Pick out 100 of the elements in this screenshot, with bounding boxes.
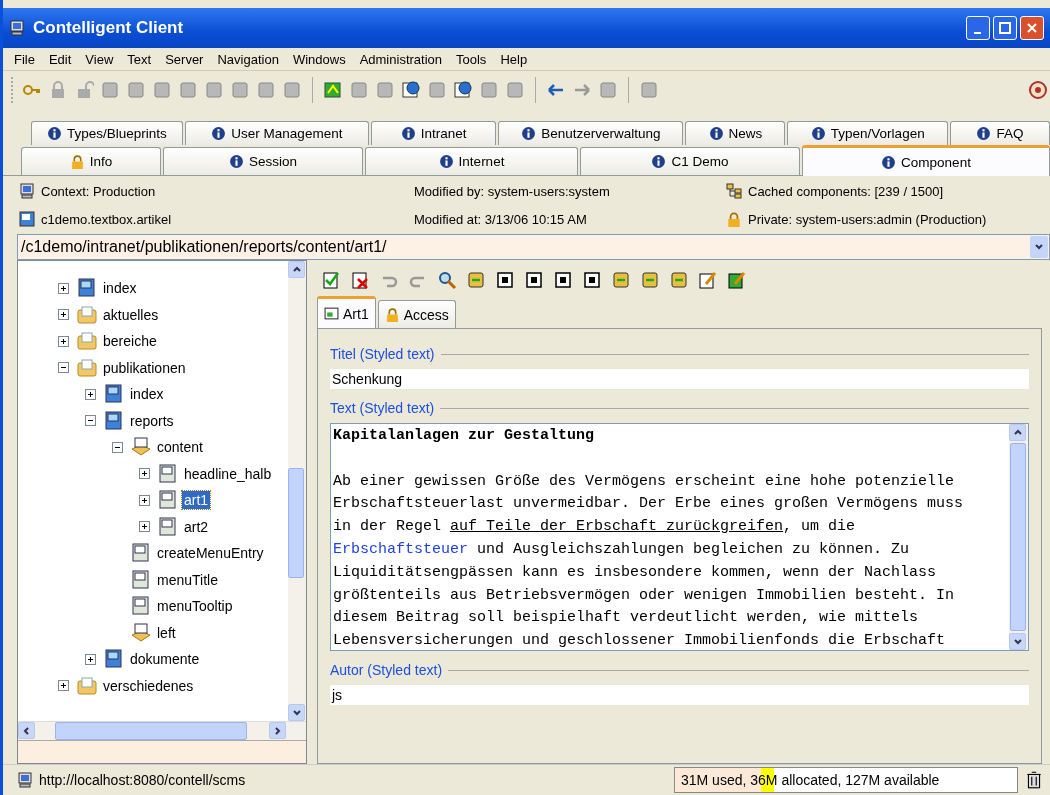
letter-icon[interactable]: [524, 270, 544, 290]
scroll-right-button[interactable]: [269, 722, 286, 739]
letter-icon[interactable]: [495, 270, 515, 290]
collapse-toggle[interactable]: [112, 441, 123, 453]
expand-toggle[interactable]: [58, 309, 69, 321]
scroll-down-button[interactable]: [1009, 633, 1026, 650]
tab[interactable]: Session: [163, 147, 363, 175]
toolbar-icon[interactable]: [611, 270, 631, 290]
tab[interactable]: Component: [802, 145, 1050, 176]
maximize-button[interactable]: [993, 16, 1017, 40]
vertical-scrollbar[interactable]: [288, 261, 306, 721]
component-name: c1demo.textbox.artikel: [41, 211, 172, 227]
tab[interactable]: Info: [21, 147, 161, 175]
delete-icon[interactable]: [350, 270, 370, 290]
path-combobox[interactable]: /c1demo/intranet/publikationen/reports/content/art1/: [17, 234, 1050, 260]
scroll-left-button[interactable]: [18, 722, 35, 739]
document-icon: [158, 516, 178, 537]
text-line: Ab einer gewissen Größe des Vermögens erscheint eine hohe potenzielle: [333, 472, 955, 490]
tab[interactable]: Art1: [317, 296, 376, 328]
horizontal-scrollbar[interactable]: [18, 721, 306, 740]
minimize-button[interactable]: [966, 16, 990, 40]
expand-toggle[interactable]: [139, 494, 150, 506]
tab[interactable]: FAQ: [950, 121, 1050, 145]
expand-toggle[interactable]: [139, 521, 150, 533]
tab[interactable]: C1 Demo: [580, 147, 800, 175]
scroll-thumb[interactable]: [1010, 443, 1026, 631]
menu-item[interactable]: Server: [158, 51, 211, 67]
tab[interactable]: News: [685, 121, 786, 145]
text-area[interactable]: [330, 423, 1029, 651]
tab[interactable]: Typen/Vorlagen: [787, 121, 948, 145]
menu-item[interactable]: Text: [120, 51, 159, 67]
pencil-icon[interactable]: [698, 270, 718, 290]
expand-toggle[interactable]: [58, 282, 69, 294]
toolbar-icon[interactable]: [669, 270, 689, 290]
menu-item[interactable]: Administration: [352, 51, 449, 67]
menu-item[interactable]: Navigation: [210, 51, 286, 67]
scroll-up-button[interactable]: [288, 261, 305, 278]
collapse-toggle[interactable]: [58, 362, 69, 374]
expand-toggle[interactable]: [58, 335, 69, 347]
tab[interactable]: User Management: [184, 121, 370, 145]
text-line: in der Regel auf Teile der Erbschaft zurückgreifen, um die: [333, 518, 856, 536]
globe-icon[interactable]: [401, 80, 421, 100]
tree-item[interactable]: index: [101, 279, 139, 298]
tree-item[interactable]: createMenuEntry: [155, 544, 266, 563]
menu-item[interactable]: Windows: [285, 51, 353, 67]
globe-icon[interactable]: [453, 80, 473, 100]
menu-item[interactable]: Help: [493, 51, 535, 67]
expand-toggle[interactable]: [58, 680, 69, 692]
vertical-scrollbar[interactable]: [1009, 424, 1028, 650]
tree-item[interactable]: menuTooltip: [155, 597, 235, 616]
tab[interactable]: Benutzerverwaltung: [498, 121, 684, 145]
tree-item[interactable]: art2: [182, 517, 211, 536]
tree-item[interactable]: aktuelles: [101, 305, 161, 324]
collapse-toggle[interactable]: [85, 415, 96, 427]
tree-item[interactable]: menuTitle: [155, 570, 220, 589]
scroll-thumb[interactable]: [288, 468, 304, 578]
scroll-up-button[interactable]: [1009, 424, 1026, 441]
computer-icon: [17, 772, 33, 788]
maximize-icon: [998, 21, 1012, 35]
text-field[interactable]: js: [330, 685, 1029, 705]
menu-item[interactable]: Tools: [449, 51, 494, 67]
scroll-down-button[interactable]: [288, 704, 305, 721]
toolbar-icon[interactable]: [466, 270, 486, 290]
tab[interactable]: Internet: [365, 147, 578, 175]
text-field[interactable]: Schenkung: [330, 369, 1029, 389]
toolbar-icon[interactable]: [323, 80, 343, 100]
folder-icon: [77, 675, 97, 696]
tree-item[interactable]: index: [128, 385, 166, 404]
expand-toggle[interactable]: [85, 388, 96, 400]
checkmark-icon[interactable]: [321, 270, 341, 290]
tree-item[interactable]: art1: [182, 491, 211, 510]
menu-item[interactable]: View: [78, 51, 121, 67]
computer-icon: [19, 183, 35, 199]
tree-item[interactable]: publikationen: [101, 358, 188, 377]
document-icon: [77, 278, 97, 299]
expand-toggle[interactable]: [139, 468, 150, 480]
expand-toggle[interactable]: [85, 653, 96, 665]
toolbar-icon[interactable]: [640, 270, 660, 290]
letter-icon[interactable]: [553, 270, 573, 290]
tree-item[interactable]: headline_halb: [182, 464, 274, 483]
tree-item[interactable]: left: [155, 623, 178, 642]
tree-item[interactable]: bereiche: [101, 332, 159, 351]
search-icon[interactable]: [437, 270, 457, 290]
menu-item[interactable]: Edit: [41, 51, 79, 67]
tree-item[interactable]: dokumente: [128, 650, 202, 669]
scroll-thumb[interactable]: [55, 722, 247, 740]
tab[interactable]: Access: [377, 300, 456, 328]
menu-item[interactable]: File: [7, 51, 42, 67]
document-icon: [104, 649, 124, 670]
link[interactable]: Erbschaftsteuer: [333, 541, 469, 558]
pencil-icon[interactable]: [727, 270, 747, 290]
close-button[interactable]: [1020, 16, 1044, 40]
tab[interactable]: Intranet: [371, 121, 497, 145]
info-icon: [881, 154, 897, 170]
tab[interactable]: Types/Blueprints: [31, 121, 183, 145]
letter-icon[interactable]: [582, 270, 602, 290]
tree-item[interactable]: content: [155, 438, 205, 457]
info-icon: [400, 126, 416, 141]
tree-item[interactable]: verschiedenes: [101, 676, 196, 695]
tree-item[interactable]: reports: [128, 411, 176, 430]
